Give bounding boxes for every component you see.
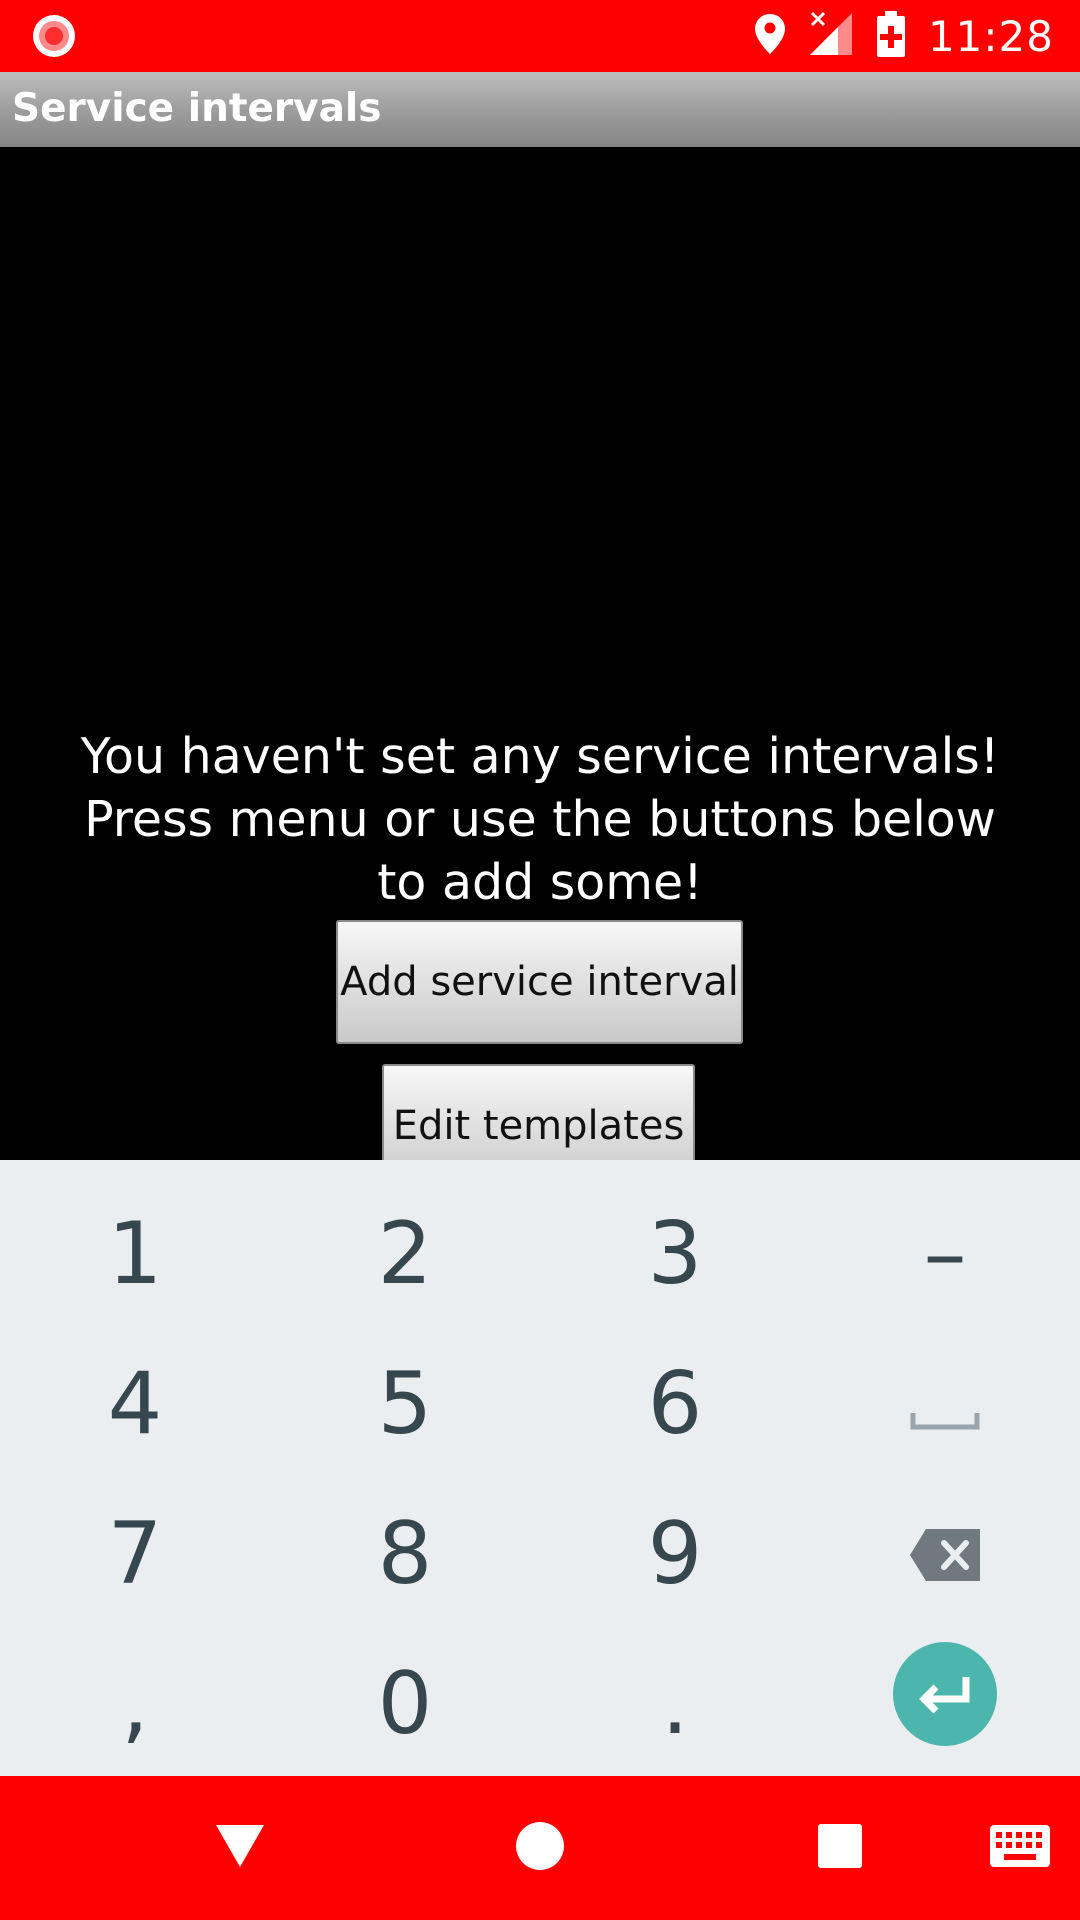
page-title: Service intervals [12, 86, 382, 131]
add-service-interval-button[interactable]: Add service interval [336, 920, 743, 1044]
record-icon [32, 14, 76, 58]
space-icon [910, 1354, 980, 1454]
keyboard-switch-button[interactable] [980, 1808, 1060, 1888]
key-period[interactable]: . [540, 1629, 810, 1779]
key-backspace[interactable] [810, 1479, 1080, 1629]
enter-icon [892, 1641, 998, 1768]
numeric-keyboard: 1 2 3 – 4 5 6 7 8 9 , 0 . [0, 1160, 1080, 1776]
navigation-bar [0, 1776, 1080, 1920]
key-enter[interactable] [810, 1629, 1080, 1779]
edit-templates-button[interactable]: Edit templates [382, 1064, 695, 1160]
key-0[interactable]: 0 [270, 1629, 540, 1779]
key-3[interactable]: 3 [540, 1179, 810, 1329]
battery-charging-icon [876, 10, 906, 63]
key-1[interactable]: 1 [0, 1179, 270, 1329]
key-7[interactable]: 7 [0, 1479, 270, 1629]
key-6[interactable]: 6 [540, 1329, 810, 1479]
key-2[interactable]: 2 [270, 1179, 540, 1329]
key-5[interactable]: 5 [270, 1329, 540, 1479]
key-8[interactable]: 8 [270, 1479, 540, 1629]
key-space[interactable] [810, 1329, 1080, 1479]
recents-icon [817, 1823, 863, 1874]
empty-state-message: You haven't set any service intervals! P… [80, 728, 1000, 911]
key-comma[interactable]: , [0, 1629, 270, 1779]
status-bar: 11:28 [0, 0, 1080, 72]
keyboard-icon [989, 1824, 1051, 1873]
signal-no-service-icon [808, 11, 854, 62]
key-9[interactable]: 9 [540, 1479, 810, 1629]
recents-button[interactable] [800, 1808, 880, 1888]
key-minus[interactable]: – [810, 1179, 1080, 1329]
clock: 11:28 [927, 11, 1054, 61]
home-icon [515, 1821, 565, 1876]
key-4[interactable]: 4 [0, 1329, 270, 1479]
location-icon [754, 13, 786, 60]
main-content: You haven't set any service intervals! P… [0, 147, 1080, 1160]
back-icon [214, 1823, 266, 1874]
home-button[interactable] [500, 1808, 580, 1888]
backspace-icon [908, 1504, 982, 1604]
back-button[interactable] [200, 1808, 280, 1888]
app-title-bar: Service intervals [0, 72, 1080, 147]
